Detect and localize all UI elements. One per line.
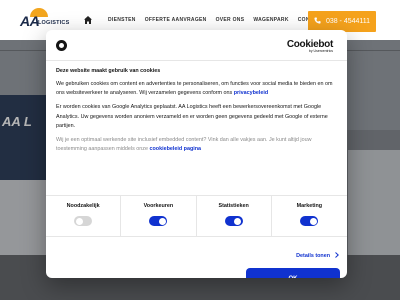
cookie-policy-link[interactable]: cookiebeleid pagina [150,146,202,152]
consent-paragraph-1: We gebruiken cookies om content en adver… [56,80,338,98]
show-details-link[interactable]: Details tonen [296,252,339,260]
nav-wagenpark[interactable]: WAGENPARK [253,17,288,23]
nav-diensten[interactable]: DIENSTEN [108,17,136,23]
cookie-consent-dialog: Cookiebot by Usercentrics Deze website m… [46,30,347,278]
toggle-noodzakelijk: Noodzakelijk [46,196,122,236]
home-icon[interactable] [84,16,92,24]
consent-text-1: We gebruiken cookies om content en adver… [56,81,333,97]
phone-number: 038 - 4544111 [325,18,371,25]
phone-icon [314,17,321,26]
consent-toggles: Noodzakelijk Voorkeuren Statistieken Mar… [46,195,347,237]
aa-logistics-logo[interactable]: AA LOGISTICS [20,8,72,32]
dialog-title: Deze website maakt gebruik van cookies [56,68,161,74]
chevron-right-icon [335,252,339,260]
marketing-switch[interactable] [300,216,319,226]
toggle-label: Voorkeuren [143,203,174,209]
toggle-voorkeuren: Voorkeuren [121,196,197,236]
cookiebot-logo[interactable]: Cookiebot by Usercentrics [287,39,333,53]
switch-knob [158,217,166,225]
switch-knob [234,217,242,225]
toggle-label: Noodzakelijk [66,203,100,209]
logo-text: LOGISTICS [38,20,70,26]
necessary-switch[interactable] [74,216,93,226]
statistics-switch[interactable] [224,216,243,226]
nav-over-ons[interactable]: OVER ONS [216,17,245,23]
logo-aa: AA [20,13,40,29]
privacy-policy-link[interactable]: privacybeleid [234,90,268,96]
dialog-body[interactable]: Deze website maakt gebruik van cookies W… [56,68,338,184]
phone-button[interactable]: 038 - 4544111 [308,11,376,32]
toggle-label: Statistieken [218,203,249,209]
consent-paragraph-2: Er worden cookies van Google Analytics g… [56,104,328,129]
dialog-header: Cookiebot by Usercentrics [46,30,347,61]
ok-button[interactable]: OK [246,268,340,278]
cookiebot-badge-icon [56,40,67,51]
preferences-switch[interactable] [149,216,168,226]
text-fade [56,164,338,184]
toggle-marketing: Marketing [272,196,347,236]
toggle-statistieken: Statistieken [197,196,272,236]
main-nav: DIENSTEN OFFERTE AANVRAGEN OVER ONS WAGE… [84,16,333,24]
details-label: Details tonen [296,253,330,259]
switch-knob [309,217,317,225]
switch-knob [75,217,83,225]
nav-offerte-aanvragen[interactable]: OFFERTE AANVRAGEN [145,17,207,23]
consent-paragraph-3: Wij je een optimaal werkende site inclus… [56,136,338,154]
toggle-label: Marketing [296,203,323,209]
